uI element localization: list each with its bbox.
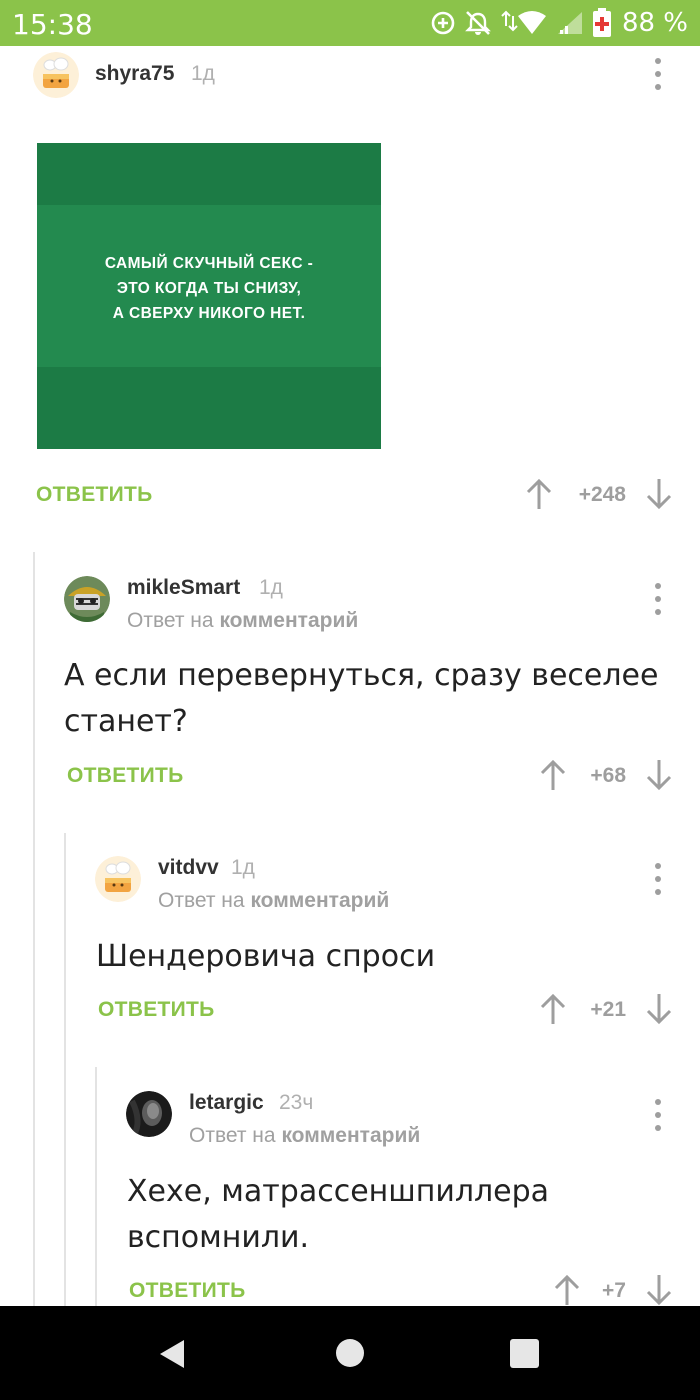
comment: vitdvv 1д Ответ на комментарий Шендерови…	[0, 840, 700, 1050]
reply-to-link[interactable]: комментарий	[219, 609, 358, 632]
comment-time: 23ч	[279, 1091, 314, 1114]
vote-up-icon[interactable]	[538, 992, 568, 1026]
more-options-icon[interactable]	[646, 579, 670, 619]
user-avatar-icon	[126, 1091, 172, 1137]
reply-to-label: Ответ на комментарий	[189, 1124, 421, 1147]
comment-time: 1д	[191, 62, 215, 85]
reply-to-link[interactable]: комментарий	[250, 889, 389, 912]
comment-time: 1д	[231, 856, 255, 879]
reply-to-label: Ответ на комментарий	[158, 889, 390, 912]
rating: +7	[602, 1279, 626, 1302]
more-options-icon[interactable]	[646, 54, 670, 94]
username[interactable]: mikleSmart	[127, 576, 240, 600]
reply-button[interactable]: ОТВЕТИТЬ	[67, 764, 184, 788]
comment: mikleSmart 1д Ответ на комментарий А есл…	[0, 560, 700, 820]
comment-text: Шендеровича спроси	[96, 939, 436, 974]
vote-up-icon[interactable]	[552, 1273, 582, 1306]
reply-to-label: Ответ на комментарий	[127, 609, 359, 632]
username[interactable]: shyra75	[95, 62, 174, 86]
vote-up-icon[interactable]	[538, 758, 568, 792]
vote-down-icon[interactable]	[644, 477, 674, 511]
comment: shyra75 1д САМЫЙ СКУЧНЫЙ СЕКС - ЭТО КОГД…	[0, 0, 700, 530]
reply-to-link[interactable]: комментарий	[281, 1124, 420, 1147]
comment-image[interactable]: САМЫЙ СКУЧНЫЙ СЕКС - ЭТО КОГДА ТЫ СНИЗУ,…	[37, 143, 381, 449]
rating: +248	[578, 483, 626, 506]
avatar[interactable]	[33, 52, 79, 98]
cake-avatar-icon	[33, 52, 79, 98]
rating: +68	[590, 764, 626, 787]
vote-down-icon[interactable]	[644, 1273, 674, 1306]
home-icon[interactable]	[336, 1339, 364, 1367]
more-options-icon[interactable]	[646, 859, 670, 899]
cake-avatar-icon	[95, 856, 141, 902]
recent-apps-icon[interactable]	[510, 1339, 539, 1368]
comment: letargic 23ч Ответ на комментарий Хехе, …	[0, 1075, 700, 1306]
more-options-icon[interactable]	[646, 1095, 670, 1135]
comment-text: А если перевернуться, сразу веселее стан…	[64, 658, 659, 739]
image-caption: САМЫЙ СКУЧНЫЙ СЕКС - ЭТО КОГДА ТЫ СНИЗУ,…	[104, 255, 314, 322]
rating: +21	[590, 998, 626, 1021]
reply-button[interactable]: ОТВЕТИТЬ	[36, 483, 153, 507]
back-icon[interactable]	[158, 1338, 186, 1370]
comment-time: 1д	[259, 576, 283, 599]
vote-down-icon[interactable]	[644, 992, 674, 1026]
avatar[interactable]	[64, 576, 110, 622]
username[interactable]: letargic	[189, 1091, 264, 1115]
avatar[interactable]	[126, 1091, 172, 1137]
reply-button[interactable]: ОТВЕТИТЬ	[98, 998, 215, 1022]
user-avatar-icon	[64, 576, 110, 622]
vote-down-icon[interactable]	[644, 758, 674, 792]
vote-up-icon[interactable]	[524, 477, 554, 511]
username[interactable]: vitdvv	[158, 856, 219, 880]
reply-button[interactable]: ОТВЕТИТЬ	[129, 1279, 246, 1303]
navigation-bar	[0, 1306, 700, 1400]
avatar[interactable]	[95, 856, 141, 902]
comment-text: Хехе, матрассеншпиллера вспомнили.	[127, 1174, 550, 1255]
